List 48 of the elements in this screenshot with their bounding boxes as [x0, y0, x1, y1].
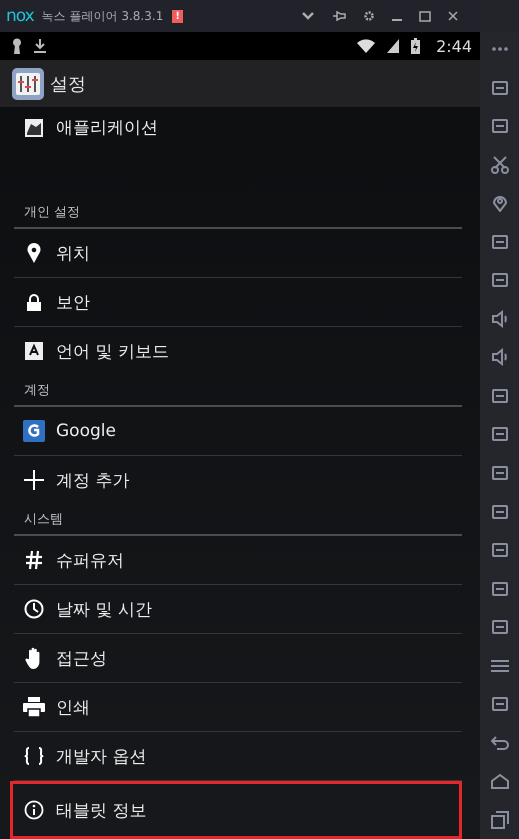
settings-item[interactable]: 언어 및 키보드: [14, 327, 462, 375]
settings-item[interactable]: 계정 추가: [14, 456, 462, 504]
settings-item[interactable]: 태블릿 정보: [10, 781, 462, 839]
section-header: 시스템: [24, 511, 63, 528]
section-header: 개인 설정: [24, 204, 80, 221]
close-icon[interactable]: [448, 11, 458, 21]
settings-item[interactable]: 위치: [14, 229, 462, 278]
home-icon[interactable]: [490, 772, 508, 790]
scissors-icon[interactable]: [490, 156, 508, 174]
info-icon: [24, 800, 44, 820]
printer-icon: [23, 697, 45, 717]
location-icon[interactable]: [490, 194, 508, 212]
back-icon[interactable]: [490, 734, 508, 752]
settings-item[interactable]: 접근성: [14, 634, 462, 683]
pin-icon[interactable]: [332, 10, 346, 22]
section-header: 계정: [24, 382, 50, 399]
keyhole-icon: [12, 38, 22, 54]
volume-down-icon[interactable]: [490, 348, 508, 366]
clock-icon: [24, 599, 44, 619]
battery-icon: [411, 38, 420, 54]
braces-icon: [23, 747, 45, 765]
settings-item[interactable]: Google: [14, 407, 462, 456]
settings-item[interactable]: 보안: [14, 278, 462, 327]
equalizer-icon[interactable]: [12, 68, 44, 100]
screen-title: 설정: [50, 72, 86, 96]
plus-icon: [24, 470, 44, 490]
clock-time: 2:44: [436, 36, 472, 56]
settings-item[interactable]: 개발자 옵션: [14, 732, 462, 781]
signal-icon: [387, 39, 400, 53]
wifi-icon: [357, 39, 376, 53]
app-logo: nox: [6, 6, 34, 26]
download-icon: [34, 39, 46, 53]
settings-item[interactable]: 슈퍼유저: [14, 536, 462, 585]
location-pin-icon: [27, 243, 41, 263]
settings-item[interactable]: 애플리케이션: [14, 107, 462, 148]
settings-item[interactable]: 날짜 및 시간: [14, 585, 462, 634]
picture-frame-icon: [24, 118, 44, 138]
volume-up-icon[interactable]: [490, 310, 508, 328]
maximize-icon[interactable]: [419, 10, 431, 22]
window-title: 녹스 플레이어 3.8.3.1: [42, 8, 164, 24]
hash-icon: [25, 550, 43, 570]
lock-icon: [27, 294, 41, 310]
chevron-down-icon[interactable]: [301, 11, 315, 21]
letter-tile-icon: [25, 342, 43, 360]
recent-apps-icon[interactable]: [490, 810, 508, 829]
settings-item[interactable]: 인쇄: [14, 683, 462, 732]
settings-icon[interactable]: [363, 10, 375, 22]
account-icon: [23, 420, 45, 442]
